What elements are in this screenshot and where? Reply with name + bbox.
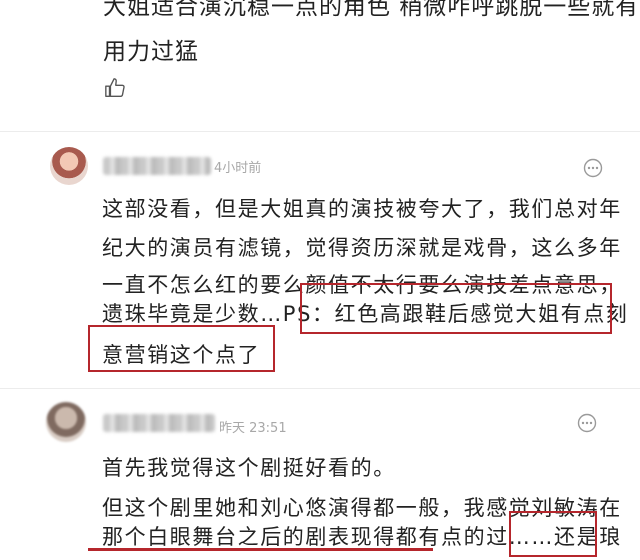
highlight-box: [509, 511, 597, 557]
commenter-avatar[interactable]: [50, 147, 88, 185]
comment-text-line: 纪大的演员有滤镜，觉得资历深就是戏骨，这么多年: [102, 236, 622, 260]
top-comment-line-2: 用力过猛: [103, 39, 199, 65]
comment-timestamp: 昨天 23:51: [219, 421, 287, 436]
more-options-icon[interactable]: [577, 413, 597, 433]
highlight-box: [300, 283, 612, 334]
thumbs-up-icon[interactable]: [104, 77, 126, 99]
comment-feed: 大姐适合演沉稳一点的角色 稍微咋呼跳脱一些就有些 用力过猛 4小时前 这部没看，…: [0, 0, 640, 560]
more-options-icon[interactable]: [583, 158, 603, 178]
divider: [0, 131, 640, 132]
highlight-underline: [88, 548, 433, 551]
divider: [0, 388, 640, 389]
comment-text-line: 首先我觉得这个剧挺好看的。: [102, 456, 396, 480]
top-comment-line-1: 大姐适合演沉稳一点的角色 稍微咋呼跳脱一些就有些: [103, 0, 640, 20]
blurred-username[interactable]: [103, 414, 215, 432]
highlight-box: [88, 325, 275, 372]
commenter-avatar[interactable]: [46, 402, 86, 442]
blurred-username[interactable]: [103, 157, 211, 175]
comment-timestamp: 4小时前: [214, 161, 262, 176]
comment-text-line: 这部没看，但是大姐真的演技被夸大了，我们总对年: [102, 197, 622, 221]
